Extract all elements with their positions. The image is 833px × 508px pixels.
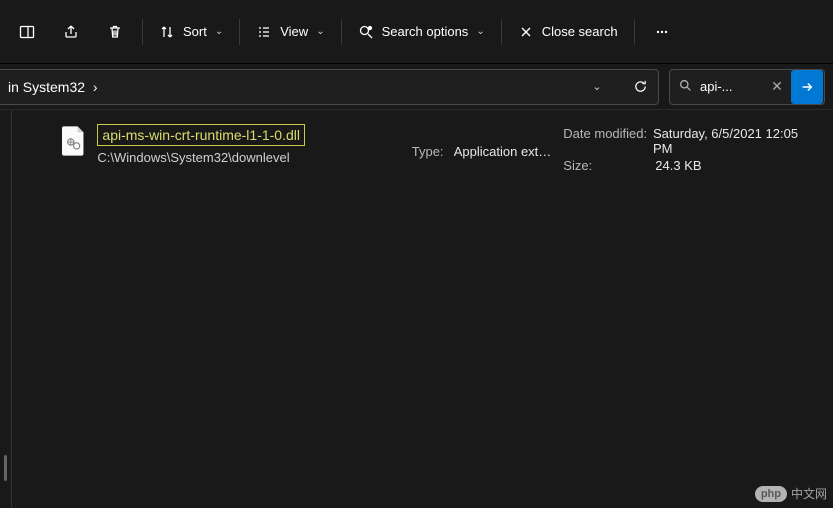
result-meta-info: Date modified: Saturday, 6/5/2021 12:05 …	[563, 124, 817, 175]
share-button[interactable]	[50, 12, 92, 52]
search-input[interactable]	[700, 79, 764, 94]
address-bar[interactable]: in System32 › ⌄	[0, 69, 659, 105]
search-box: ✕	[669, 69, 825, 105]
watermark: php 中文网	[755, 485, 827, 502]
share-icon	[63, 24, 79, 40]
close-search-button[interactable]: Close search	[508, 12, 628, 52]
type-value: Application ext…	[454, 144, 552, 159]
sort-button[interactable]: Sort ⌄	[149, 12, 233, 52]
refresh-icon	[633, 79, 648, 94]
trash-icon	[107, 24, 123, 40]
toolbar-separator	[501, 19, 502, 45]
view-icon	[256, 24, 272, 40]
search-options-button[interactable]: Search options ⌄	[348, 12, 495, 52]
command-toolbar: Sort ⌄ View ⌄ Search options ⌄ Close sea…	[0, 0, 833, 64]
panel-icon	[19, 24, 35, 40]
date-label: Date modified:	[563, 126, 653, 156]
dll-file-icon	[62, 126, 85, 156]
search-options-icon	[358, 24, 374, 40]
search-icon	[670, 79, 700, 95]
date-value: Saturday, 6/5/2021 12:05 PM	[653, 126, 817, 156]
result-path: C:\Windows\System32\downlevel	[97, 150, 399, 165]
sort-label: Sort	[183, 24, 207, 39]
breadcrumb-text: in System32 ›	[8, 79, 572, 95]
view-label: View	[280, 24, 308, 39]
result-main-info: api-ms-win-crt-runtime-l1-1-0.dll C:\Win…	[97, 124, 399, 165]
clear-search-button[interactable]: ✕	[764, 78, 790, 95]
address-history-dropdown[interactable]: ⌄	[582, 80, 612, 93]
chevron-down-icon: ⌄	[476, 26, 484, 37]
more-icon	[654, 24, 670, 40]
result-filename: api-ms-win-crt-runtime-l1-1-0.dll	[97, 124, 305, 146]
view-button[interactable]: View ⌄	[246, 12, 334, 52]
splitter-handle[interactable]	[4, 455, 7, 481]
watermark-badge: php	[755, 486, 787, 502]
close-icon	[518, 24, 534, 40]
search-submit-button[interactable]	[791, 70, 823, 104]
arrow-right-icon	[800, 80, 814, 94]
chevron-down-icon: ⌄	[215, 26, 223, 37]
content-area: api-ms-win-crt-runtime-l1-1-0.dll C:\Win…	[0, 110, 833, 508]
size-label: Size:	[563, 158, 655, 173]
address-row: in System32 › ⌄ ✕	[0, 64, 833, 110]
watermark-text: 中文网	[791, 485, 827, 502]
type-label: Type:	[412, 144, 454, 159]
toolbar-separator	[142, 19, 143, 45]
search-results: api-ms-win-crt-runtime-l1-1-0.dll C:\Win…	[12, 110, 833, 508]
size-value: 24.3 KB	[655, 158, 701, 173]
toolbar-separator	[239, 19, 240, 45]
toolbar-separator	[634, 19, 635, 45]
close-search-label: Close search	[542, 24, 618, 39]
sort-icon	[159, 24, 175, 40]
result-type-info: Type: Application ext…	[412, 124, 552, 159]
delete-button[interactable]	[94, 12, 136, 52]
search-result-item[interactable]: api-ms-win-crt-runtime-l1-1-0.dll C:\Win…	[62, 124, 817, 175]
details-pane-button[interactable]	[6, 12, 48, 52]
more-button[interactable]	[641, 12, 683, 52]
chevron-down-icon: ⌄	[316, 26, 324, 37]
search-options-label: Search options	[382, 24, 469, 39]
toolbar-separator	[341, 19, 342, 45]
refresh-button[interactable]	[622, 69, 658, 105]
nav-pane-edge	[0, 110, 12, 508]
